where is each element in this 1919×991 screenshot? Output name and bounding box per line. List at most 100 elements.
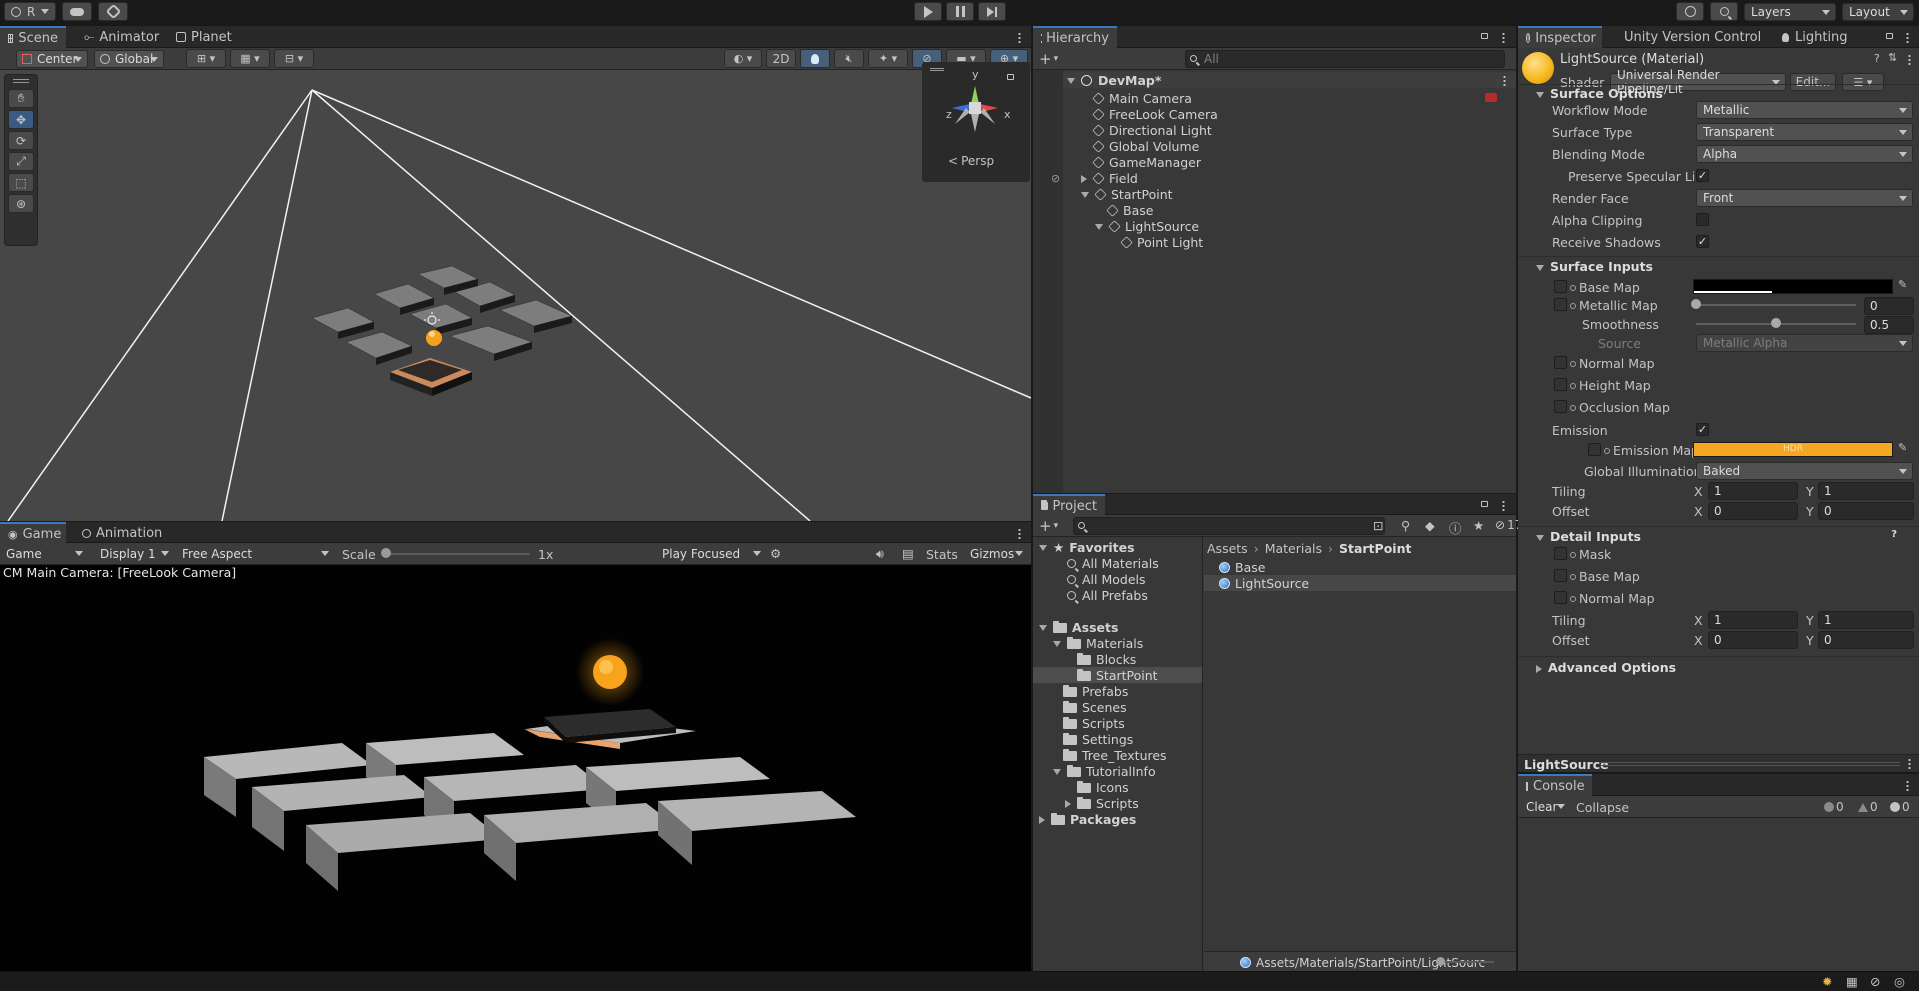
audio-toggle-button[interactable]: 🔇︎ (834, 49, 864, 68)
folder-materials[interactable]: Materials (1053, 636, 1143, 651)
stats-grid-icon[interactable]: ▤ (902, 546, 914, 561)
file-base[interactable]: Base (1219, 560, 1265, 575)
tiling-x-field[interactable]: 1 (1708, 482, 1798, 500)
hierarchy-search-input[interactable]: All (1185, 50, 1505, 68)
project-menu-icon[interactable] (1502, 500, 1505, 511)
lighting-progress-icon[interactable]: ✹ (1822, 974, 1832, 989)
folder-blocks[interactable]: Blocks (1077, 652, 1136, 667)
space-dropdown[interactable]: Global (94, 50, 164, 68)
play-mode-dropdown[interactable]: Play Focused (656, 545, 766, 563)
icon-size-slider[interactable] (1440, 961, 1494, 963)
receive-shadows-checkbox[interactable]: ✓ (1696, 235, 1709, 248)
network-status-icon[interactable]: ⊘ (1870, 974, 1880, 989)
breadcrumb-materials[interactable]: Materials (1265, 541, 1322, 556)
game-menu-icon[interactable] (1018, 528, 1021, 539)
advanced-options-header[interactable]: Advanced Options (1518, 656, 1919, 675)
gizmos-dropdown[interactable]: Gizmos (964, 545, 1028, 563)
projection-toggle[interactable]: < Persp (948, 154, 994, 168)
emission-map-slot[interactable] (1588, 443, 1601, 456)
detail-offset-x-field[interactable]: 0 (1708, 631, 1798, 649)
detail-offset-y-field[interactable]: 0 (1818, 631, 1914, 649)
inspector-lock-icon[interactable] (1886, 33, 1893, 39)
tab-console[interactable]: Console (1518, 774, 1592, 796)
tab-hierarchy[interactable]: Hierarchy (1033, 26, 1117, 48)
help-icon[interactable]: ? (1891, 529, 1897, 540)
detail-inputs-header[interactable]: Detail Inputs ? (1518, 526, 1919, 544)
tab-scene[interactable]: Scene (0, 26, 66, 48)
tab-animation[interactable]: Animation (74, 522, 170, 544)
scene-menu-icon[interactable] (1018, 32, 1021, 43)
filter-label-icon[interactable]: ◆ (1425, 518, 1435, 533)
display-dropdown[interactable]: Display 1 (94, 545, 174, 563)
snap-grid-button[interactable]: ⊞ ▾ (186, 49, 226, 68)
tab-animator[interactable]: ⟜ Animator (76, 26, 167, 48)
offset-x-field[interactable]: 0 (1708, 502, 1798, 520)
hierarchy-menu-icon[interactable] (1502, 32, 1505, 43)
metallic-slider-track[interactable] (1696, 304, 1856, 306)
project-search-input[interactable] (1073, 517, 1385, 535)
hierarchy-item-point-light[interactable]: Point Light (1120, 235, 1203, 250)
tab-lighting[interactable]: Lighting (1774, 26, 1856, 48)
folder-tree-textures[interactable]: Tree_Textures (1063, 748, 1167, 763)
preserve-specular-checkbox[interactable]: ✓ (1696, 169, 1709, 182)
favorites-header[interactable]: ★ Favorites (1039, 540, 1135, 555)
folder-scripts[interactable]: Scripts (1063, 716, 1125, 731)
presets-icon[interactable]: ⇅ (1888, 51, 1897, 64)
search-by-type-icon[interactable]: ⊡ (1373, 518, 1383, 533)
account-button[interactable]: R (4, 2, 56, 21)
help-icon[interactable]: ? (1874, 52, 1880, 65)
favorite-all-prefabs[interactable]: All Prefabs (1067, 588, 1148, 603)
orientation-gizmo[interactable]: y x z < Persp (922, 62, 1030, 182)
history-button[interactable] (1676, 2, 1704, 21)
surface-inputs-header[interactable]: Surface Inputs (1518, 256, 1919, 274)
tab-game[interactable]: ◉︎ Game (0, 522, 66, 544)
toggle-2d-button[interactable]: 2D (766, 49, 796, 68)
notifications-icon[interactable]: ◎ (1894, 974, 1905, 989)
hierarchy-item-lightsource[interactable]: LightSource (1095, 219, 1199, 234)
increment-snap-button[interactable]: ⊟ ▾ (274, 49, 314, 68)
emission-color-swatch[interactable]: HDR (1693, 442, 1893, 457)
layout-dropdown[interactable]: Layout (1842, 3, 1914, 21)
visibility-toggle-icon[interactable]: ⊘ (1051, 172, 1060, 185)
detail-base-map-slot[interactable] (1554, 569, 1567, 582)
scale-slider-thumb[interactable] (381, 548, 391, 558)
hierarchy-item-field[interactable]: Field (1081, 171, 1138, 186)
pivot-dropdown[interactable]: Center (16, 50, 88, 68)
surface-type-dropdown[interactable]: Transparent (1696, 123, 1913, 141)
tiling-y-field[interactable]: 1 (1818, 482, 1914, 500)
breadcrumb-startpoint[interactable]: StartPoint (1339, 541, 1411, 556)
hierarchy-item-base[interactable]: Base (1106, 203, 1153, 218)
bug-icon[interactable]: ⚙︎ (770, 546, 781, 561)
hierarchy-item-main-camera[interactable]: Main Camera (1092, 91, 1192, 106)
normal-map-slot[interactable] (1554, 356, 1567, 369)
game-view-dropdown[interactable]: Game (0, 545, 88, 563)
play-button[interactable] (914, 2, 942, 21)
filter-type-icon[interactable]: ⚲ (1401, 518, 1410, 533)
favorite-star-icon[interactable]: ★ (1473, 518, 1484, 533)
effects-button[interactable]: ✦ ▾ (868, 49, 908, 68)
inspector-menu-icon[interactable] (1906, 32, 1909, 43)
mask-slot[interactable] (1554, 547, 1567, 560)
scale-slider-track[interactable] (384, 553, 530, 555)
pause-button[interactable] (946, 2, 974, 21)
console-log-filter[interactable]: 0 (1824, 800, 1844, 814)
scene-viewport[interactable] (0, 70, 1031, 521)
layers-dropdown[interactable]: Layers (1744, 3, 1836, 21)
folder-scenes[interactable]: Scenes (1063, 700, 1127, 715)
hierarchy-item-global-volume[interactable]: Global Volume (1092, 139, 1199, 154)
metallic-map-slot[interactable] (1554, 298, 1567, 311)
hierarchy-item-startpoint[interactable]: StartPoint (1081, 187, 1173, 202)
render-face-dropdown[interactable]: Front (1696, 189, 1913, 207)
hierarchy-item-freelook-camera[interactable]: FreeLook Camera (1092, 107, 1218, 122)
eyedropper-icon[interactable]: ✎ (1898, 278, 1907, 291)
emission-eyedropper-icon[interactable]: ✎ (1898, 441, 1907, 454)
step-button[interactable] (978, 2, 1006, 21)
assets-header[interactable]: Assets (1039, 620, 1118, 635)
icon-size-thumb[interactable] (1436, 957, 1445, 966)
folder-settings[interactable]: Settings (1063, 732, 1133, 747)
scene-row-menu-icon[interactable] (1503, 75, 1506, 86)
detail-tiling-x-field[interactable]: 1 (1708, 611, 1798, 629)
folder-startpoint[interactable]: StartPoint (1077, 668, 1158, 683)
metallic-slider-thumb[interactable] (1691, 299, 1701, 309)
hierarchy-item-gamemanager[interactable]: GameManager (1092, 155, 1201, 170)
